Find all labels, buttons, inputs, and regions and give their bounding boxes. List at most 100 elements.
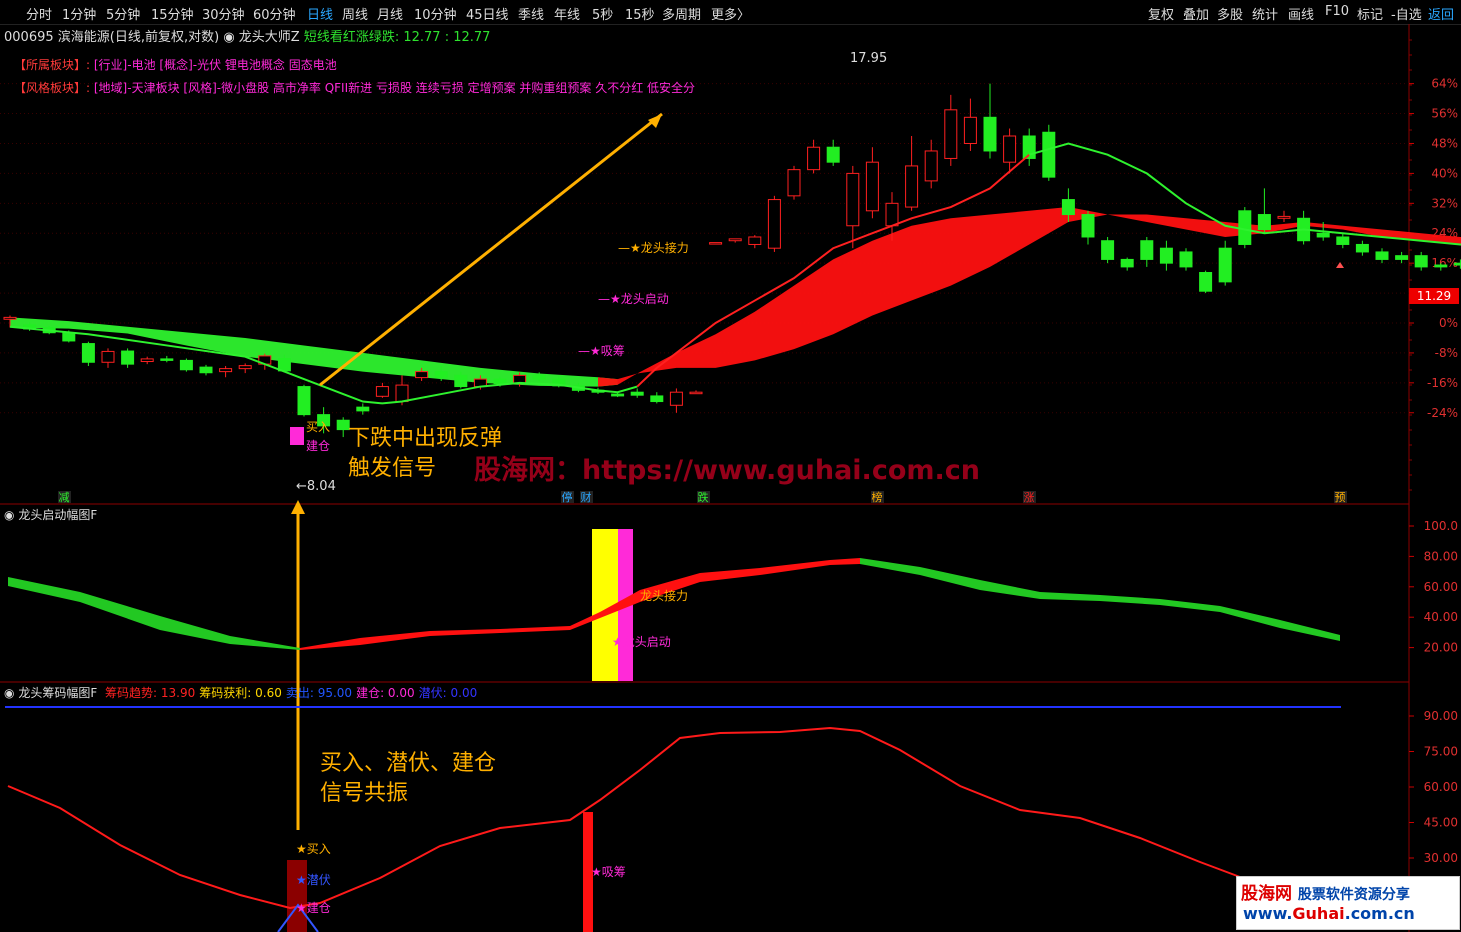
candle-body-71: [1395, 255, 1409, 260]
period-4[interactable]: 30分钟: [202, 4, 245, 23]
period-11[interactable]: 季线: [518, 4, 544, 23]
band-red: [598, 207, 1461, 387]
tool-2[interactable]: 多股: [1217, 4, 1243, 23]
sector-val-style: [地域]-天津板块 [风格]-微小盘股 高市净率 QFII新进 亏损股 连续亏损…: [93, 81, 696, 95]
candle-body-11: [219, 368, 233, 373]
candle-body-37: [728, 238, 742, 242]
period-16[interactable]: 更多〉: [711, 4, 750, 23]
candle-body-50: [983, 116, 997, 152]
event-4: 榜: [872, 490, 883, 504]
logo-url-a: www.: [1243, 904, 1293, 923]
event-6: 预: [1335, 491, 1346, 504]
buy-label: 买入: [306, 420, 330, 434]
tool-4[interactable]: 画线: [1288, 4, 1314, 23]
p2-axis-1: 80.00: [1424, 549, 1458, 563]
period-7[interactable]: 周线: [342, 4, 368, 23]
collapse-icon[interactable]: ◉: [4, 686, 14, 700]
event-5: 涨: [1024, 491, 1035, 504]
panel3-legend-4: 潜伏: 0.00: [418, 686, 478, 700]
period-8[interactable]: 月线: [377, 4, 403, 23]
p2-band-green-1: [8, 577, 300, 650]
panel3-name[interactable]: 龙头筹码幅图F: [18, 686, 97, 700]
panel3-title: ◉ 龙头筹码幅图F 筹码趋势: 13.90 筹码获利: 0.60 卖出: 95.00…: [4, 684, 477, 701]
p3-axis-1: 75.00: [1424, 745, 1458, 759]
tool-3[interactable]: 统计: [1252, 4, 1278, 23]
panel2-title: ◉ 龙头启动幅图F: [4, 506, 97, 523]
p2-band-red: [300, 558, 860, 650]
period-9[interactable]: 10分钟: [414, 4, 457, 23]
sector-row-style: 【风格板块】: [地域]-天津板块 [风格]-微小盘股 高市净率 QFII新进 …: [14, 79, 695, 96]
panel3-legend-2: 卖出: 95.00: [285, 686, 353, 700]
axis-label-2: 48%: [1431, 136, 1458, 150]
tool-6[interactable]: 标记: [1357, 4, 1383, 23]
panel3-legend-0: 筹码趋势: 13.90: [105, 686, 196, 700]
candle-body-68: [1336, 236, 1350, 245]
indicator-legend: 短线看红涨绿跌: 12.77 : 12.77: [303, 30, 491, 45]
candle-body-59: [1159, 247, 1173, 264]
candle-body-8: [160, 358, 174, 361]
candle-body-58: [1140, 240, 1154, 260]
candle-body-54: [1061, 199, 1075, 216]
period-14[interactable]: 15秒: [625, 4, 655, 23]
axis-label-4: 32%: [1431, 196, 1458, 210]
candle-body-21: [415, 371, 429, 379]
event-2: 财: [581, 490, 592, 504]
absorb-label: —★吸筹: [578, 344, 625, 358]
axis-label-1: 56%: [1431, 107, 1458, 121]
candle-body-62: [1218, 247, 1232, 283]
candle-body-43: [846, 172, 860, 227]
panel3-legend: 筹码趋势: 13.90 筹码获利: 0.60 卖出: 95.00 建仓: 0.00 潜伏…: [101, 686, 477, 700]
period-2[interactable]: 5分钟: [106, 4, 140, 23]
annotation-rebound-2: 触发信号: [348, 456, 437, 481]
panel2-name[interactable]: 龙头启动幅图F: [18, 508, 97, 522]
candle-body-48: [944, 109, 958, 159]
candle-body-56: [1101, 240, 1115, 260]
tool-7[interactable]: -自选: [1391, 4, 1422, 23]
period-12[interactable]: 年线: [554, 4, 580, 23]
p3-axis-4: 30.00: [1424, 851, 1458, 865]
period-6[interactable]: 日线: [307, 4, 333, 23]
sector-row-industry: 【所属板块】: [行业]-电池 [概念]-光伏 锂电池概念 固态电池: [14, 56, 337, 73]
tool-5[interactable]: F10: [1325, 4, 1349, 19]
candle-body-3: [62, 332, 76, 342]
period-3[interactable]: 15分钟: [151, 4, 194, 23]
dragon-start-label: —★龙头启动: [598, 292, 669, 306]
candle-body-40: [787, 169, 801, 197]
candle-body-7: [140, 358, 154, 363]
period-5[interactable]: 60分钟: [253, 4, 296, 23]
arrow-rise-head: [648, 114, 662, 128]
candle-body-63: [1238, 210, 1252, 245]
p2-start-label: ★龙头启动: [612, 635, 671, 649]
tool-1[interactable]: 叠加: [1183, 4, 1209, 23]
period-10[interactable]: 45日线: [466, 4, 509, 23]
candle-body-23: [454, 374, 468, 388]
axis-label-11: -24%: [1427, 406, 1458, 420]
logo-name: 股海网: [1241, 884, 1292, 904]
collapse-icon[interactable]: ◉: [4, 508, 14, 522]
event-0: 减: [59, 491, 70, 504]
candle-body-34: [669, 391, 683, 406]
current-price-tag: 11.29: [1409, 288, 1459, 304]
tool-8[interactable]: 返回: [1428, 4, 1454, 23]
period-13[interactable]: 5秒: [592, 4, 613, 23]
period-0[interactable]: 分时: [26, 4, 52, 23]
candle-body-38: [748, 236, 762, 245]
p3-axis-2: 60.00: [1424, 780, 1458, 794]
site-logo: 股海网 股票软件资源分享 www.Guhai.com.cn: [1236, 876, 1460, 930]
candle-body-12: [238, 365, 252, 370]
candle-body-44: [865, 161, 879, 212]
axis-label-10: -16%: [1427, 376, 1458, 390]
period-15[interactable]: 多周期: [662, 4, 701, 23]
collapse-icon[interactable]: ◉: [223, 30, 234, 45]
sector-val-industry: [行业]-电池 [概念]-光伏 锂电池概念 固态电池: [93, 58, 337, 72]
candle-body-36: [709, 242, 723, 245]
period-1[interactable]: 1分钟: [62, 4, 96, 23]
annotation-resonance-1: 买入、潜伏、建仓: [320, 751, 497, 776]
indicator-name[interactable]: 龙头大师Z: [239, 30, 300, 45]
candle-body-47: [924, 150, 938, 182]
p2-axis-4: 20.00: [1424, 641, 1458, 655]
candle-body-25: [493, 378, 507, 385]
candle-body-10: [199, 366, 213, 374]
tool-0[interactable]: 复权: [1148, 4, 1174, 23]
dragon-relay-label: —★龙头接力: [618, 240, 689, 255]
